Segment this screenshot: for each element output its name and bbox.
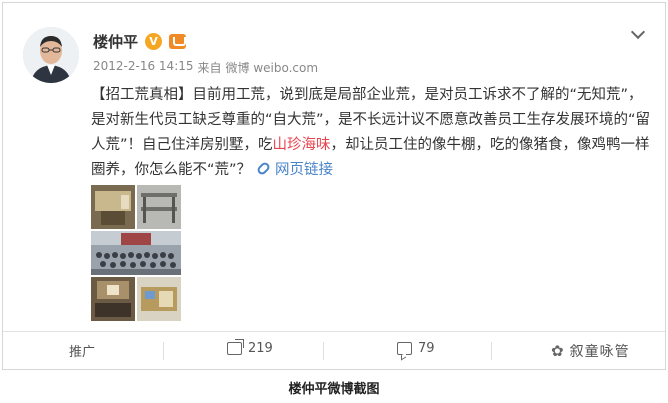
- comment-button[interactable]: 79: [397, 341, 435, 356]
- author-row: 楼仲平 V: [93, 31, 187, 52]
- highlight-text[interactable]: 山珍海味: [273, 137, 331, 153]
- avatar[interactable]: [23, 27, 79, 83]
- comment-icon: [397, 342, 412, 355]
- chevron-down-icon[interactable]: [630, 24, 646, 40]
- verified-badge-icon: V: [145, 33, 163, 50]
- divider: [491, 342, 492, 360]
- watermark-label: 叙童咏管: [569, 344, 630, 360]
- figure-caption: 楼仲平微博截图: [288, 382, 380, 397]
- source-prefix: 来自: [197, 61, 222, 75]
- post-meta: 2012-2-16 14:15 来自 微博 weibo.com: [93, 59, 318, 76]
- post-timestamp[interactable]: 2012-2-16 14:15: [93, 59, 194, 76]
- promote-label: 推广: [69, 345, 96, 360]
- post-text: 【招工荒真相】目前用工荒，说到底是局部企业荒，是对员工诉求不了解的“无知荒”，是…: [91, 83, 651, 183]
- action-bar: 推广 219 79 ✿ 叙童咏管: [3, 331, 665, 369]
- post-source[interactable]: 微博 weibo.com: [226, 59, 319, 76]
- divider: [163, 342, 164, 360]
- comment-count: 79: [418, 341, 435, 356]
- promote-button[interactable]: 推广: [69, 341, 95, 360]
- web-link-label: 网页链接: [275, 162, 334, 178]
- watermark: ✿ 叙童咏管: [551, 341, 630, 361]
- wechat-icon: ✿: [551, 342, 564, 360]
- repost-count: 219: [248, 341, 273, 356]
- photo-thumbnail[interactable]: [91, 185, 135, 229]
- member-icon: [169, 34, 187, 49]
- repost-button[interactable]: 219: [227, 339, 273, 356]
- photo-thumbnail[interactable]: [91, 231, 181, 275]
- link-icon: [255, 160, 272, 177]
- author-name[interactable]: 楼仲平: [93, 31, 138, 52]
- photo-thumbnail[interactable]: [137, 277, 181, 321]
- photo-thumbnail[interactable]: [91, 277, 135, 321]
- weibo-post-card: 楼仲平 V 2012-2-16 14:15 来自 微博 weibo.com 【招…: [2, 2, 666, 370]
- share-icon: [227, 339, 244, 355]
- divider: [323, 342, 324, 360]
- photo-thumbnail[interactable]: [137, 185, 181, 229]
- web-link[interactable]: 网页链接: [251, 160, 334, 178]
